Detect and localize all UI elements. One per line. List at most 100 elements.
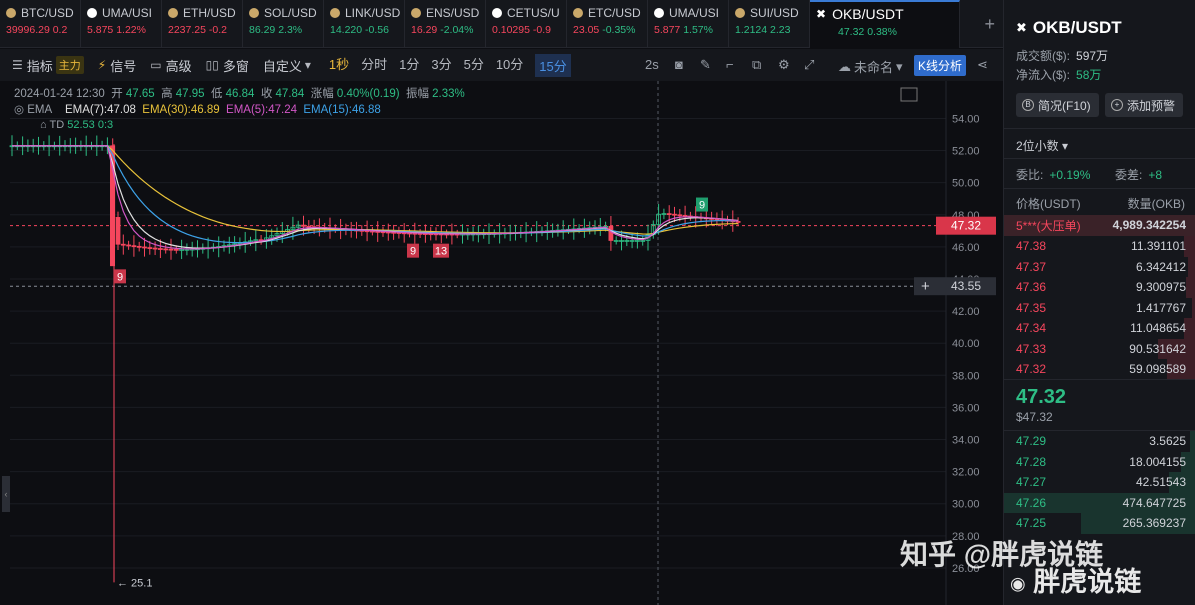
min-price-label: ← 25.1	[117, 577, 152, 589]
order-price: 47.35	[1016, 300, 1047, 315]
tab-symbol: LINK/USD	[345, 6, 401, 20]
diff-row: 委差: +8	[1115, 168, 1163, 182]
expand-icon	[900, 87, 918, 102]
big-order-row[interactable]: 5***(大压单) 4,989.342254	[1004, 215, 1195, 236]
signal-button[interactable]: ⚡ 信号	[98, 56, 136, 75]
layout-dropdown[interactable]: ☁ 未命名 ▾	[838, 57, 903, 76]
weibo-icon: ◉	[1010, 573, 1026, 594]
chart-canvas[interactable]: 26.0028.0030.0032.0034.0036.0038.0040.00…	[0, 81, 1003, 605]
chevron-down-icon: ▾	[896, 58, 903, 74]
add-alert-button[interactable]: + 添加预警	[1105, 93, 1184, 117]
current-price-tag-label: 47.32	[951, 219, 981, 233]
active-symbol-tab[interactable]: ✖ OKB/USDT 47.32 0.38%	[810, 0, 960, 48]
candle-body	[142, 246, 147, 249]
eye-icon[interactable]: ◎	[14, 104, 24, 116]
indicators-button[interactable]: ☰ 指标 主力	[12, 56, 84, 75]
fullscreen-icon[interactable]: ⤢	[804, 57, 814, 73]
candle-body	[126, 244, 131, 247]
tab-change: 2.3%	[278, 24, 303, 36]
coin-icon	[735, 8, 745, 18]
timeframe-6[interactable]: 15分	[535, 53, 571, 77]
symbol-tab[interactable]: SUI/USD 1.2124 2.23	[729, 0, 810, 48]
ask-row[interactable]: 47.36 9.300975	[1004, 277, 1195, 298]
symbol-tab[interactable]: ETH/USD 2237.25 -0.2	[162, 0, 243, 48]
kline-analysis-button[interactable]: K线分析	[914, 55, 967, 76]
brief-button[interactable]: B 简况(F10)	[1016, 93, 1099, 117]
ask-row[interactable]: 47.33 90.531642	[1004, 338, 1195, 359]
symbol-tab[interactable]: UMA/USI 5.877 1.57%	[648, 0, 729, 48]
y-tick-label: 46.00	[952, 242, 980, 254]
ema30-line	[12, 145, 739, 235]
share-icon[interactable]: ⋖	[977, 57, 988, 73]
symbol-tab[interactable]: BTC/USD 39996.29 0.2	[0, 0, 81, 48]
tab-symbol: SOL/USD	[264, 6, 317, 20]
timeframe-group: 1秒 分时 1分 3分 5分 10分 15分	[329, 53, 583, 77]
tab-price: 2237.25	[168, 24, 206, 36]
ema-legend: ◎ EMA EMA(7):47.08 EMA(30):46.89 EMA(5):…	[14, 104, 381, 116]
timeframe-4[interactable]: 5分	[464, 54, 484, 77]
timeframe-3[interactable]: 3分	[431, 54, 451, 77]
timeframe-2[interactable]: 1分	[399, 54, 419, 77]
bid-row[interactable]: 47.28 18.004155	[1004, 451, 1195, 472]
advanced-button[interactable]: ▭ 高级	[150, 56, 191, 75]
y-tick-label: 54.00	[952, 113, 980, 125]
refresh-interval[interactable]: 2s	[645, 57, 659, 72]
ask-row[interactable]: 47.32 59.098589	[1004, 359, 1195, 380]
tab-change: -0.35%	[602, 24, 636, 36]
tab-price: 5.875	[87, 24, 114, 36]
bid-row[interactable]: 47.26 474.647725	[1004, 492, 1195, 513]
copy-icon[interactable]: ⧉	[752, 57, 761, 73]
gear-icon[interactable]: ⚙	[778, 57, 790, 73]
panel-title: ✖ OKB/USDT	[1016, 18, 1122, 37]
symbol-tab[interactable]: CETUS/U 0.10295 -0.9	[486, 0, 567, 48]
bid-row[interactable]: 47.27 42.51543	[1004, 472, 1195, 493]
tab-price: 39996.29	[6, 24, 50, 36]
crop-icon[interactable]: ⌐	[726, 57, 734, 72]
order-price: 47.26	[1016, 495, 1047, 510]
divider	[1004, 188, 1195, 189]
divider	[1004, 379, 1195, 380]
bid-row[interactable]: 47.25 265.369237	[1004, 513, 1195, 534]
candle-body	[168, 248, 174, 251]
symbol-tab[interactable]: SOL/USD 86.29 2.3%	[243, 0, 324, 48]
order-qty: 59.098589	[1129, 362, 1186, 377]
symbol-tab[interactable]: UMA/USI 5.875 1.22%	[81, 0, 162, 48]
symbol-tab[interactable]: LINK/USD 14.220 -0.56	[324, 0, 405, 48]
candle-body	[120, 243, 126, 246]
timeframe-5[interactable]: 10分	[496, 54, 523, 77]
order-qty: 6.342412	[1135, 259, 1186, 274]
pencil-icon[interactable]: ✎	[700, 57, 711, 73]
symbol-tab-bar: BTC/USD 39996.29 0.2 UMA/USI 5.875 1.22% ETH…	[0, 0, 1003, 48]
ask-row[interactable]: 47.38 11.391101	[1004, 236, 1195, 257]
multi-window-button[interactable]: ▯▯ 多窗	[206, 56, 249, 75]
decimals-dropdown[interactable]: 2位小数 ▾	[1016, 137, 1068, 154]
ask-row[interactable]: 47.34 11.048654	[1004, 318, 1195, 339]
order-qty: 11.048654	[1130, 321, 1186, 336]
order-price: 47.34	[1016, 321, 1047, 336]
last-price: 47.32	[1016, 386, 1067, 408]
tab-change: -0.2	[208, 24, 227, 36]
candle-body	[608, 225, 614, 241]
y-tick-label: 42.00	[952, 306, 980, 318]
tab-symbol: SUI/USD	[750, 6, 799, 20]
symbol-tab[interactable]: ENS/USD 16.29 -2.04%	[405, 0, 486, 48]
ask-row[interactable]: 47.37 6.342412	[1004, 256, 1195, 277]
camera-icon[interactable]: ◙	[675, 57, 683, 72]
tab-symbol: UMA/USI	[669, 6, 720, 20]
timeframe-0[interactable]: 1秒	[329, 54, 349, 77]
tab-change: 1.22%	[116, 24, 146, 36]
tab-change: 2.23	[770, 24, 791, 36]
bell-icon[interactable]: ⌂	[40, 119, 47, 131]
col-qty-header: 数量(OKB)	[1127, 197, 1185, 211]
order-qty: 265.369237	[1122, 516, 1186, 531]
order-price: 47.25	[1016, 516, 1047, 531]
add-tab-button[interactable]: +	[984, 14, 995, 35]
ask-row[interactable]: 47.35 1.417767	[1004, 297, 1195, 318]
timeframe-1[interactable]: 分时	[361, 54, 387, 77]
scroll-left-handle[interactable]: ‹	[2, 476, 10, 512]
custom-dropdown[interactable]: 自定义 ▾	[263, 56, 315, 75]
bid-row[interactable]: 47.29 3.5625	[1004, 431, 1195, 452]
tab-change: -0.56	[365, 24, 389, 36]
candlestick-chart[interactable]: 26.00 28.00 30.00 32.00 34.00 36.00 38.00 40.00…	[0, 81, 1003, 605]
symbol-tab[interactable]: ETC/USD 23.05 -0.35%	[567, 0, 648, 48]
